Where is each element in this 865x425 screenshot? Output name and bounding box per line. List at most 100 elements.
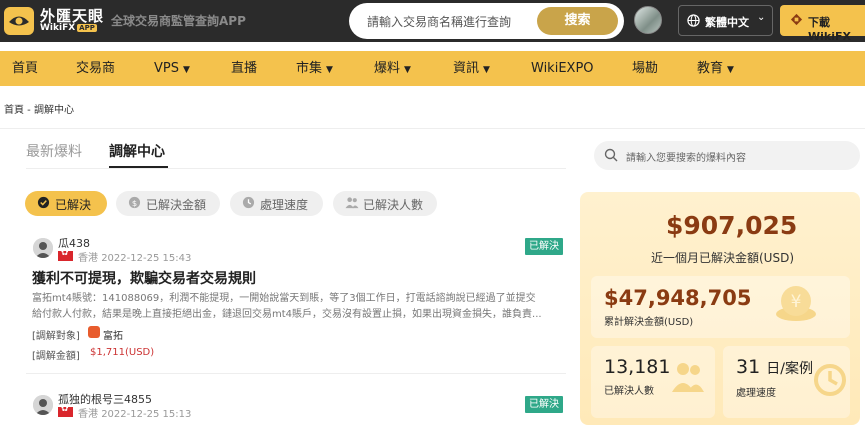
wikifx-logo[interactable] (4, 7, 34, 35)
language-label: 繁體中文 (705, 16, 749, 29)
nav-item-home[interactable]: 首頁 (12, 51, 38, 86)
nav-item-market[interactable]: 市集 ▼ (296, 51, 333, 86)
language-selector[interactable]: 繁體中文 ⌄ (678, 5, 773, 36)
tabs-divider (26, 168, 566, 169)
card-region: 香港 (78, 409, 98, 420)
tagline: 全球交易商監管查詢APP (111, 14, 246, 28)
card-description-line: 富拓mt4賬號：141088069，利潤不能提現，一開始說當天到賬，等了3個工作… (32, 293, 536, 304)
processing-speed: 31 日/案例 (736, 356, 813, 378)
total-resolved-label: 累計解決金額(USD) (604, 317, 694, 328)
nav-item-exposure[interactable]: 爆料 ▼ (374, 51, 411, 86)
filter-label: 已解決 (55, 198, 92, 212)
hk-flag-icon (58, 404, 73, 417)
avatar[interactable] (33, 238, 53, 258)
brand-app-tag: APP (77, 24, 97, 32)
processing-speed-label: 處理速度 (736, 388, 776, 399)
caret-down-icon: ▼ (182, 65, 190, 75)
filter-resolved-amount[interactable]: $ 已解決金額 (116, 191, 220, 216)
clock-deco-icon (814, 364, 846, 396)
mediation-target-label: [調解對象] (32, 331, 80, 342)
card-description[interactable]: 富拓mt4賬號：141088069，利潤不能提現，一開始說當天到賬，等了3個工作… (32, 291, 560, 323)
filter-label: 已解決金額 (146, 198, 207, 212)
divider (0, 128, 865, 129)
filter-speed[interactable]: 處理速度 (230, 191, 323, 216)
user-avatar[interactable] (634, 6, 662, 34)
nav-label: 爆料 (374, 61, 401, 76)
download-app-button[interactable]: 下載WikiFX (780, 5, 865, 43)
dollar-circle-icon: $ (128, 196, 141, 209)
nav-item-news[interactable]: 資訊 ▼ (453, 51, 490, 86)
broker-logo-icon (88, 326, 100, 338)
eye-logo-icon (9, 16, 29, 26)
check-circle-icon (37, 196, 50, 209)
nav-label: 首頁 (12, 61, 39, 76)
nav-label: 場勘 (632, 61, 659, 76)
card-date: 2022-12-25 15:43 (101, 253, 192, 264)
svg-text:¥: ¥ (791, 292, 802, 312)
nav-label: WikiEXPO (531, 61, 594, 76)
tab-mediation-center[interactable]: 調解中心 (109, 141, 165, 161)
chevron-down-icon: ⌄ (757, 12, 766, 23)
filter-label: 處理速度 (260, 198, 309, 212)
search-icon (604, 148, 618, 162)
status-badge: 已解決 (525, 396, 563, 413)
top-bar: 外匯天眼 WikiFX APP 全球交易商監管查詢APP 請輸入交易商名稱進行查詢… (0, 0, 865, 43)
nav-item-vps[interactable]: VPS ▼ (154, 51, 190, 86)
search-button[interactable]: 搜索 (537, 7, 618, 35)
resolved-people-count: 13,181 (604, 356, 671, 378)
breadcrumb[interactable]: 首頁 - 調解中心 (4, 101, 74, 116)
nav-item-survey[interactable]: 場勘 (632, 51, 658, 86)
card-title[interactable]: 獲利不可提現，欺騙交易者交易規則 (32, 268, 256, 288)
exposure-search-input[interactable]: 請輸入您要搜索的爆料內容 (594, 141, 860, 170)
mediation-amount: $1,711(USD) (90, 347, 155, 358)
tab-latest-exposure[interactable]: 最新爆料 (26, 141, 82, 161)
exposure-search-placeholder: 請輸入您要搜索的爆料內容 (626, 153, 746, 164)
nav-item-brokers[interactable]: 交易商 (76, 51, 115, 86)
nav-label: VPS (154, 61, 179, 76)
avatar[interactable] (33, 395, 53, 415)
filter-resolved[interactable]: 已解決 (25, 191, 107, 216)
processing-speed-value: 31 (736, 356, 761, 378)
filter-resolved-people[interactable]: 已解決人數 (333, 191, 437, 216)
nav-item-live[interactable]: 直播 (231, 51, 257, 86)
download-label: 下載WikiFX (808, 16, 851, 43)
caret-down-icon: ▼ (326, 65, 333, 75)
month-resolved-amount: $907,025 (666, 211, 798, 240)
caret-down-icon: ▼ (483, 65, 490, 75)
nav-label: 交易商 (76, 61, 116, 76)
nav-label: 教育 (697, 61, 724, 76)
card-meta: 香港 2022-12-25 15:13 (78, 405, 191, 420)
caret-down-icon: ▼ (727, 65, 734, 75)
broker-name[interactable]: 富拓 (103, 327, 123, 342)
total-resolved-amount: $47,948,705 (604, 286, 752, 310)
user-silhouette-icon (33, 238, 53, 258)
main-nav: 首頁 交易商 VPS ▼ 直播 市集 ▼ 爆料 ▼ 資訊 ▼ WikiEXPO 場勘 教… (0, 51, 865, 86)
card-divider (26, 373, 566, 374)
svg-text:$: $ (132, 198, 137, 208)
nav-item-wikiexpo[interactable]: WikiEXPO (531, 51, 594, 86)
month-resolved-label: 近一個月已解決金額(USD) (651, 251, 795, 265)
filter-label: 已解決人數 (363, 198, 424, 212)
nav-label: 資訊 (453, 61, 480, 76)
caret-down-icon: ▼ (404, 65, 411, 75)
nav-label: 市集 (296, 61, 323, 76)
globe-icon (687, 14, 700, 27)
processing-speed-unit: 日/案例 (766, 361, 813, 377)
user-silhouette-icon (33, 395, 53, 415)
yen-coin-icon: ¥ (776, 286, 816, 321)
card-description-line: 給付款人付款，結果是晚上直接拒絕出金，鏈退回交易mt4賬戶，交易沒有設置止損，如… (32, 309, 542, 320)
people-deco-icon (672, 363, 704, 392)
card-meta: 香港 2022-12-25 15:43 (78, 249, 191, 264)
hk-flag-icon (58, 248, 73, 261)
status-badge: 已解決 (525, 238, 563, 255)
nav-label: 直播 (231, 61, 258, 76)
nav-item-education[interactable]: 教育 ▼ (697, 51, 734, 86)
brand-en-text: WikiFX (40, 23, 76, 33)
search-placeholder: 請輸入交易商名稱進行查詢 (367, 15, 512, 29)
mediation-amount-label: [調解金額] (32, 351, 80, 362)
download-icon (790, 13, 803, 26)
brand-name-en: WikiFX APP (40, 23, 97, 33)
users-icon (345, 197, 359, 209)
resolved-people-label: 已解決人數 (604, 386, 654, 397)
clock-icon (242, 196, 255, 209)
